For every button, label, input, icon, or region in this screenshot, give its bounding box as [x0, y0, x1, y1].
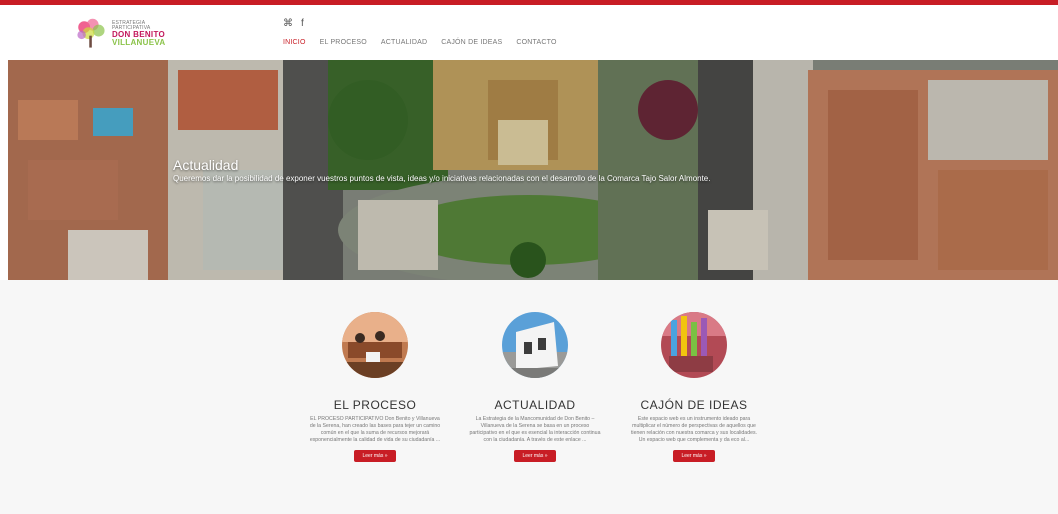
cajon-de-ideas-read-more-button[interactable]: Leer más »: [673, 450, 715, 463]
main-nav: INICIO EL PROCESO ACTUALIDAD CAJÓN DE ID…: [283, 39, 571, 46]
aerial-city-image: [8, 60, 1058, 280]
site-header: ESTRATEGIA PARTICIPATIVA DON BENITO VILL…: [0, 5, 1058, 59]
actualidad-text: La Estrategia de la Mancomunidad de Don …: [469, 416, 601, 444]
actualidad-photo[interactable]: [502, 312, 568, 378]
hero-banner: Actualidad Queremos dar la posibilidad d…: [8, 60, 1058, 280]
nav-item-cajon-de-ideas[interactable]: CAJÓN DE IDEAS: [441, 39, 502, 46]
cajon-de-ideas-title: CAJÓN DE IDEAS: [640, 398, 748, 412]
nav-item-el-proceso[interactable]: EL PROCESO: [320, 39, 367, 46]
tree-logo-icon: [77, 18, 105, 48]
el-proceso-text: EL PROCESO PARTICIPATIVO Don Benito y Vi…: [309, 416, 441, 444]
el-proceso-photo[interactable]: [342, 312, 408, 378]
logo-bottom-text: VILLANUEVA: [111, 38, 166, 47]
feature-card-el-proceso: EL PROCESO EL PROCESO PARTICIPATIVO Don …: [305, 312, 445, 463]
logo-text: ESTRATEGIA PARTICIPATIVA DON BENITO VILL…: [112, 21, 174, 47]
actualidad-read-more-button[interactable]: Leer más »: [514, 450, 556, 463]
cajon-de-ideas-photo[interactable]: [661, 312, 727, 378]
actualidad-title: ACTUALIDAD: [494, 398, 576, 412]
el-proceso-title: EL PROCESO: [333, 398, 417, 412]
cajon-de-ideas-text: Este espacio web es un instrumento idead…: [630, 416, 757, 444]
hero-title: Actualidad: [173, 157, 239, 173]
hero-subtitle: Queremos dar la posibilidad de exponer v…: [173, 174, 711, 183]
features-section: EL PROCESO EL PROCESO PARTICIPATIVO Don …: [0, 280, 1058, 514]
page: ESTRATEGIA PARTICIPATIVA DON BENITO VILL…: [0, 0, 1058, 514]
nav-item-actualidad[interactable]: ACTUALIDAD: [381, 39, 427, 46]
social-links: ⌘ f: [283, 18, 304, 29]
nav-item-inicio[interactable]: INICIO: [283, 39, 306, 46]
feature-card-cajon-de-ideas: CAJÓN DE IDEAS Este espacio web es un in…: [624, 312, 764, 463]
el-proceso-read-more-button[interactable]: Leer más »: [354, 450, 396, 463]
rss-icon[interactable]: ⌘: [283, 18, 293, 29]
feature-card-actualidad: ACTUALIDAD La Estrategia de la Mancomuni…: [465, 312, 605, 463]
nav-item-contacto[interactable]: CONTACTO: [516, 39, 556, 46]
facebook-icon[interactable]: f: [301, 18, 304, 29]
site-logo[interactable]: ESTRATEGIA PARTICIPATIVA DON BENITO VILL…: [74, 14, 174, 54]
